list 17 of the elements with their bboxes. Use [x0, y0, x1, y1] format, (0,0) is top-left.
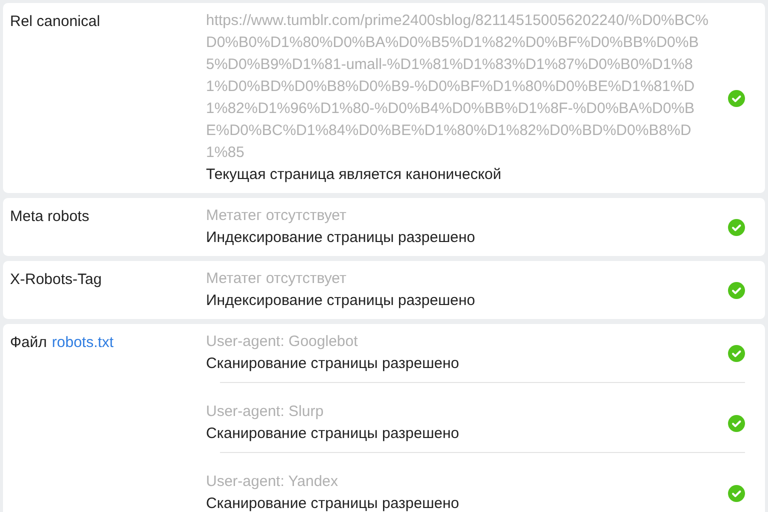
result-text: Сканирование страницы разрешено	[206, 354, 460, 374]
detail-text: Метатег отсутствует	[206, 269, 348, 289]
row-label: Файл	[10, 333, 47, 353]
detail-text: https://www.tumblr.com/prime2400sblog/821145150056202240/%D0%BC%D0%B0%D1%80%D0%BA%D0%B5%D1%82%D0%BF%D0%BB%D0%B5%D0%B9%D1%81-umall-%D1%81%D1%83%D1%87%D0%B0%D1%81%D0%BD%D0%B8%D0%B9-%D0%BF%D1%80%D0%BE%D1%81%D1%82%D1%96%D1%80-%D0%B4%D0%BB%D1%8F-%D0%BA%D0%BE%D0%BC%D1%84%D0%BE%D1%80%D1%82%D0%BD%D0%B8%D1%85	[206, 11, 710, 163]
detail-text: User-agent: Slurp	[206, 402, 325, 422]
row-label: Rel canonical	[10, 12, 100, 32]
row-label: Meta robots	[10, 207, 90, 227]
result-text: Сканирование страницы разрешено	[206, 424, 460, 444]
detail-text: User-agent: Googlebot	[206, 332, 359, 352]
row-label: X-Robots-Tag	[10, 270, 102, 290]
result-text: Сканирование страницы разрешено	[206, 494, 460, 512]
detail-text: Метатег отсутствует	[206, 206, 348, 226]
robots-link[interactable]: robots.txt	[52, 332, 114, 354]
result-text: Текущая страница является канонической	[206, 165, 502, 185]
result-text: Индексирование страницы разрешено	[206, 291, 476, 311]
detail-text: User-agent: Yandex	[206, 472, 340, 492]
result-text: Индексирование страницы разрешено	[206, 228, 476, 248]
